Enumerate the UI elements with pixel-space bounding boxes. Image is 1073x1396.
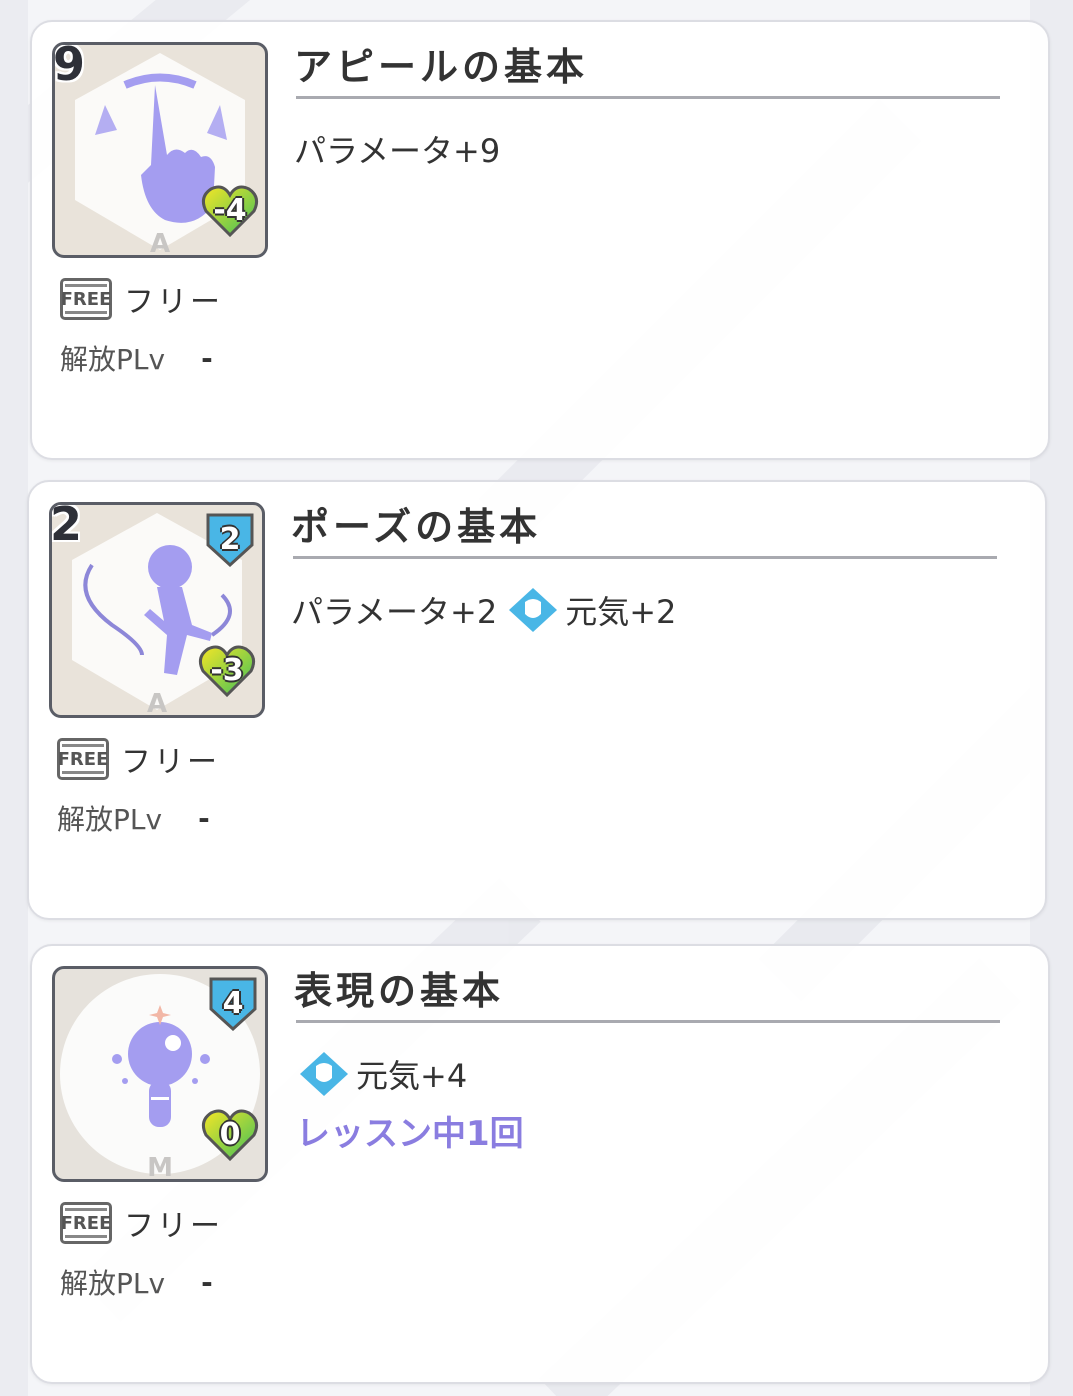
card-title: ポーズの基本 [291, 505, 542, 549]
title-divider [296, 96, 1000, 99]
unlock-plv-row: 解放PLv - [60, 338, 213, 378]
free-tag-icon: FREE [57, 738, 109, 780]
title-divider [296, 1020, 1000, 1023]
skill-card-3[interactable]: 4 0 M 表現の基本 元気+4 レッスン中1回 FREE フリー 解放PLv … [30, 944, 1050, 1384]
card-image[interactable]: 9 -4 A [52, 42, 268, 258]
vitality-shield-badge: 2 [204, 511, 256, 568]
effect-text: パラメータ+2 [291, 593, 498, 631]
card-image[interactable]: 2 2 -3 A [49, 502, 265, 718]
skill-card-2[interactable]: 2 2 -3 A ポーズの基本 パラメータ+2 元気+2 FREE フリー 解放… [27, 480, 1047, 920]
vitality-text: 元気+2 [565, 593, 677, 631]
stamina-heart-badge: -3 [198, 643, 256, 698]
skill-card-1[interactable]: 9 -4 A アピールの基本 パラメータ+9 FREE フリー 解放PLv - [30, 20, 1050, 460]
vitality-icon [300, 1052, 348, 1096]
cost-value: 2 [50, 502, 83, 551]
rarity-letter: M [147, 1153, 173, 1182]
free-label: フリー [124, 1209, 223, 1244]
unlock-label: 解放PLv [60, 343, 166, 376]
rarity-letter: A [146, 689, 168, 718]
free-row: FREE フリー [60, 277, 223, 321]
free-tag-icon: FREE [60, 1202, 112, 1244]
free-label: フリー [121, 745, 220, 780]
unlock-label: 解放PLv [57, 803, 163, 836]
unlock-label: 解放PLv [60, 1267, 166, 1300]
unlock-value: - [201, 341, 213, 375]
effect-text: パラメータ+9 [294, 132, 501, 170]
shield-value: 2 [219, 521, 241, 557]
vitality-icon [509, 588, 558, 632]
shield-value: 4 [222, 985, 244, 1021]
effect-line: 元気+4 [298, 1050, 467, 1098]
unlock-value: - [201, 1265, 213, 1299]
heart-value: 0 [219, 1116, 241, 1152]
stamina-heart-badge: 0 [201, 1107, 259, 1162]
vitality-shield-badge: 4 [207, 975, 259, 1032]
vitality-text: 元気+4 [356, 1057, 468, 1095]
stamina-heart-badge: -4 [201, 183, 259, 238]
rarity-letter: A [149, 229, 171, 258]
cost-value: 9 [53, 42, 86, 91]
usage-limit-text: レッスン中1回 [296, 1114, 524, 1154]
heart-value: -4 [213, 192, 247, 228]
title-divider [293, 556, 997, 559]
card-image[interactable]: 4 0 M [52, 966, 268, 1182]
unlock-plv-row: 解放PLv - [57, 798, 210, 838]
free-tag-icon: FREE [60, 278, 112, 320]
free-row: FREE フリー [57, 737, 220, 781]
heart-value: -3 [210, 652, 244, 688]
effect-line: パラメータ+9 [294, 126, 500, 172]
free-row: FREE フリー [60, 1201, 223, 1245]
card-title: 表現の基本 [294, 969, 505, 1013]
unlock-value: - [198, 801, 210, 835]
unlock-plv-row: 解放PLv - [60, 1262, 213, 1302]
free-label: フリー [124, 285, 223, 320]
card-title: アピールの基本 [294, 45, 589, 89]
effect-line: パラメータ+2 元気+2 [291, 586, 676, 634]
